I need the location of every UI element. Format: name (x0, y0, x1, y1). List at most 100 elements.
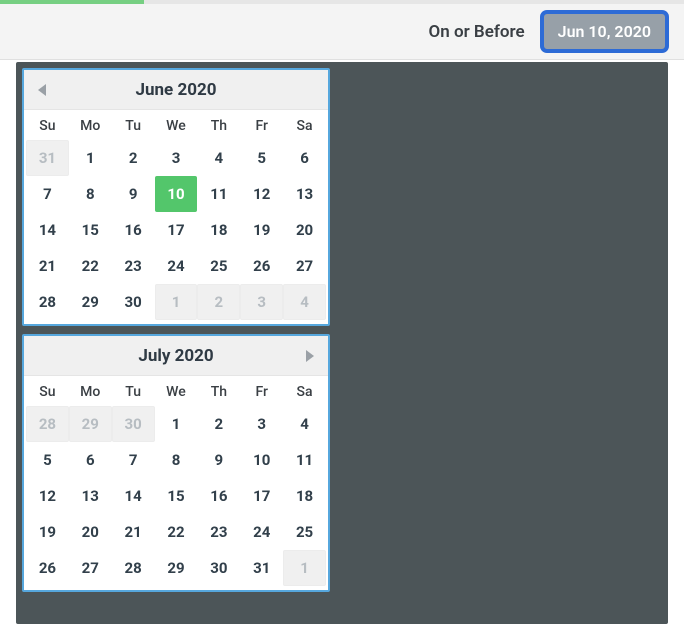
day[interactable]: 6 (69, 442, 112, 478)
day-other-month[interactable]: 3 (240, 284, 283, 320)
day[interactable]: 1 (155, 406, 198, 442)
days-grid: 2829301234567891011121314151617181920212… (24, 406, 328, 588)
day[interactable]: 2 (112, 140, 155, 176)
day[interactable]: 19 (26, 514, 69, 550)
date-input-chip[interactable]: Jun 10, 2020 (541, 11, 668, 52)
day[interactable]: 17 (240, 478, 283, 514)
dow-label: Sa (283, 114, 326, 138)
day[interactable]: 11 (197, 176, 240, 212)
dow-label: Tu (112, 380, 155, 404)
day[interactable]: 24 (240, 514, 283, 550)
day[interactable]: 19 (240, 212, 283, 248)
day[interactable]: 7 (112, 442, 155, 478)
day[interactable]: 8 (155, 442, 198, 478)
day[interactable]: 14 (26, 212, 69, 248)
day[interactable]: 16 (197, 478, 240, 514)
day[interactable]: 22 (69, 248, 112, 284)
day[interactable]: 8 (69, 176, 112, 212)
day-other-month[interactable]: 1 (283, 550, 326, 586)
calendar-1: July 2020SuMoTuWeThFrSa28293012345678910… (22, 334, 330, 592)
day[interactable]: 10 (240, 442, 283, 478)
day-other-month[interactable]: 4 (283, 284, 326, 320)
day-selected[interactable]: 10 (155, 176, 198, 212)
day[interactable]: 5 (240, 140, 283, 176)
datepicker-panel: June 2020SuMoTuWeThFrSa31123456789101112… (16, 62, 668, 624)
header-area: On or Before Jun 10, 2020 (0, 4, 684, 60)
day-other-month[interactable]: 31 (26, 140, 69, 176)
day[interactable]: 30 (197, 550, 240, 586)
day[interactable]: 14 (112, 478, 155, 514)
day[interactable]: 27 (283, 248, 326, 284)
dow-label: We (155, 380, 198, 404)
day[interactable]: 21 (26, 248, 69, 284)
day[interactable]: 18 (283, 478, 326, 514)
dow-label: Th (197, 380, 240, 404)
day[interactable]: 1 (69, 140, 112, 176)
day[interactable]: 25 (283, 514, 326, 550)
day[interactable]: 13 (69, 478, 112, 514)
day[interactable]: 28 (26, 284, 69, 320)
filter-label: On or Before (429, 22, 525, 42)
day[interactable]: 20 (283, 212, 326, 248)
day[interactable]: 26 (240, 248, 283, 284)
day[interactable]: 4 (197, 140, 240, 176)
day[interactable]: 13 (283, 176, 326, 212)
day[interactable]: 20 (69, 514, 112, 550)
day[interactable]: 9 (197, 442, 240, 478)
day[interactable]: 6 (283, 140, 326, 176)
dow-label: Mo (69, 114, 112, 138)
next-month-icon[interactable] (306, 350, 314, 362)
day[interactable]: 18 (197, 212, 240, 248)
day[interactable]: 17 (155, 212, 198, 248)
dow-row: SuMoTuWeThFrSa (24, 376, 328, 406)
day[interactable]: 25 (197, 248, 240, 284)
dow-label: Mo (69, 380, 112, 404)
dow-label: Fr (240, 380, 283, 404)
day-other-month[interactable]: 1 (155, 284, 198, 320)
dow-label: Tu (112, 114, 155, 138)
day-other-month[interactable]: 29 (69, 406, 112, 442)
day[interactable]: 28 (112, 550, 155, 586)
day[interactable]: 24 (155, 248, 198, 284)
dow-label: Sa (283, 380, 326, 404)
dow-label: Fr (240, 114, 283, 138)
calendar-0: June 2020SuMoTuWeThFrSa31123456789101112… (22, 68, 330, 326)
day[interactable]: 31 (240, 550, 283, 586)
day[interactable]: 29 (155, 550, 198, 586)
day[interactable]: 7 (26, 176, 69, 212)
dow-label: Th (197, 114, 240, 138)
calendar-header: July 2020 (24, 336, 328, 376)
day-other-month[interactable]: 28 (26, 406, 69, 442)
day[interactable]: 26 (26, 550, 69, 586)
day[interactable]: 27 (69, 550, 112, 586)
dow-label: Su (26, 380, 69, 404)
day[interactable]: 4 (283, 406, 326, 442)
dow-label: Su (26, 114, 69, 138)
prev-month-icon[interactable] (38, 84, 46, 96)
day-other-month[interactable]: 30 (112, 406, 155, 442)
day[interactable]: 23 (112, 248, 155, 284)
day[interactable]: 9 (112, 176, 155, 212)
day[interactable]: 16 (112, 212, 155, 248)
day[interactable]: 15 (69, 212, 112, 248)
day[interactable]: 23 (197, 514, 240, 550)
calendar-title: June 2020 (136, 80, 217, 100)
day-other-month[interactable]: 2 (197, 284, 240, 320)
dow-label: We (155, 114, 198, 138)
dow-row: SuMoTuWeThFrSa (24, 110, 328, 140)
day[interactable]: 5 (26, 442, 69, 478)
day[interactable]: 29 (69, 284, 112, 320)
calendar-title: July 2020 (138, 346, 213, 366)
day[interactable]: 22 (155, 514, 198, 550)
day[interactable]: 12 (240, 176, 283, 212)
day[interactable]: 2 (197, 406, 240, 442)
day[interactable]: 3 (240, 406, 283, 442)
day[interactable]: 11 (283, 442, 326, 478)
calendar-header: June 2020 (24, 70, 328, 110)
days-grid: 3112345678910111213141516171819202122232… (24, 140, 328, 322)
day[interactable]: 30 (112, 284, 155, 320)
day[interactable]: 12 (26, 478, 69, 514)
day[interactable]: 3 (155, 140, 198, 176)
day[interactable]: 15 (155, 478, 198, 514)
day[interactable]: 21 (112, 514, 155, 550)
